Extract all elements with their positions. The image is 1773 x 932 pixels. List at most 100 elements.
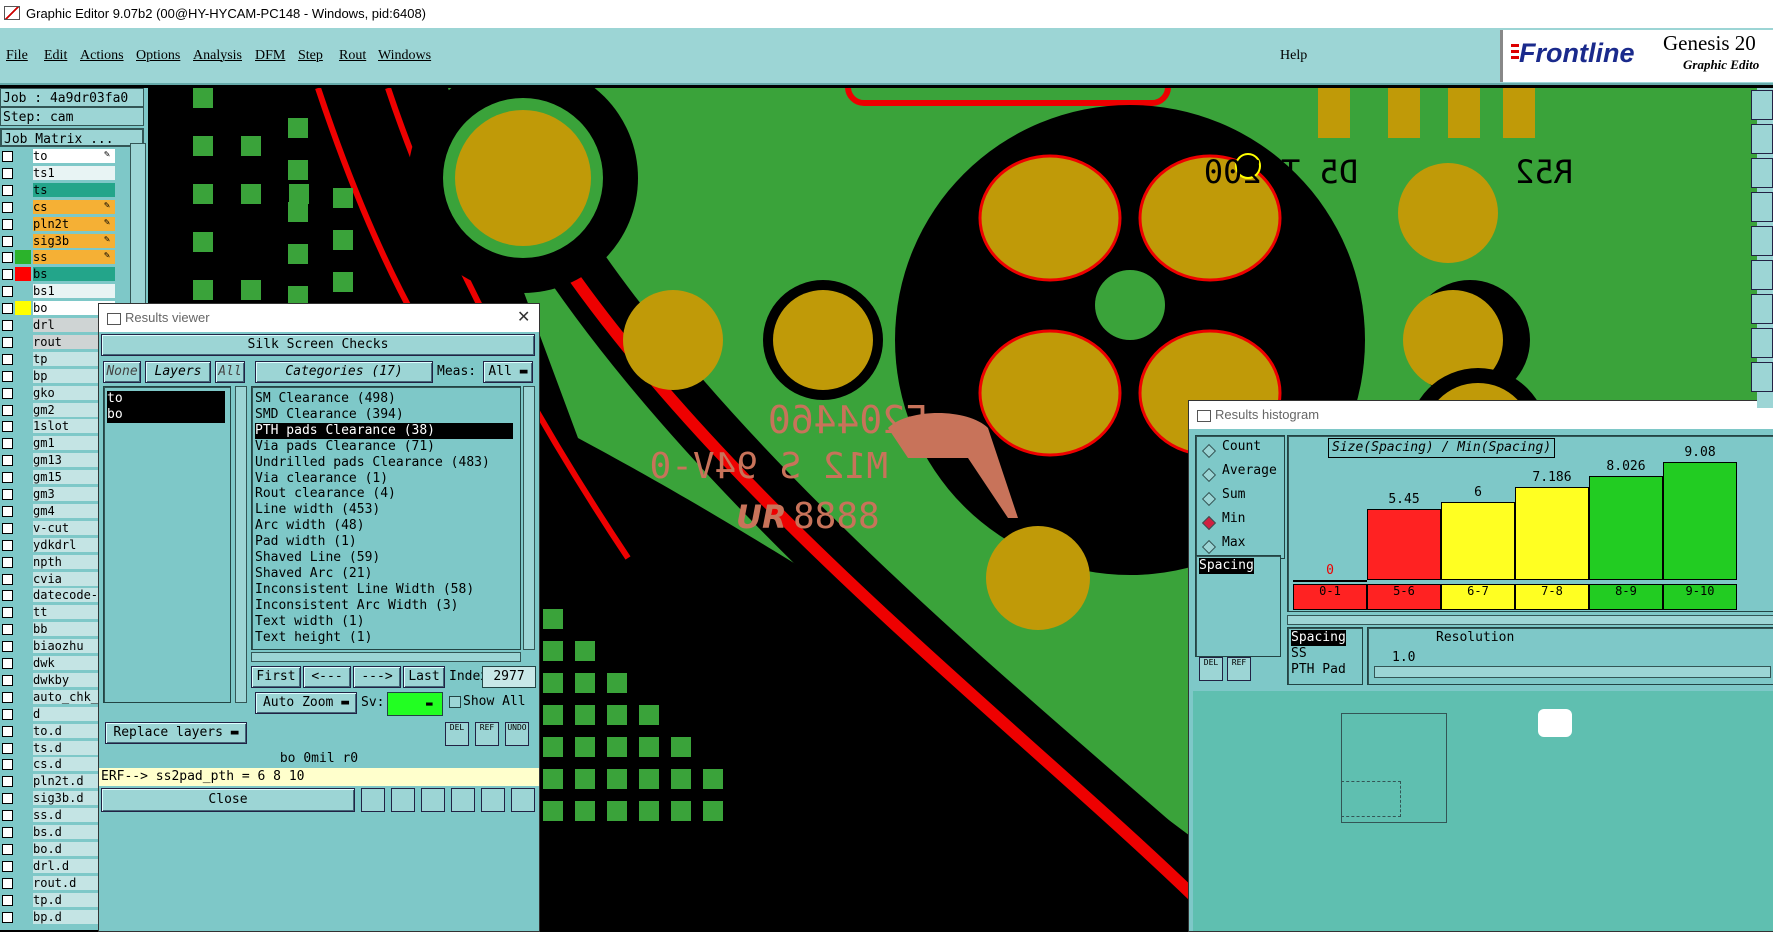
categories-scrollbar[interactable] xyxy=(523,386,535,650)
tool-icon[interactable] xyxy=(1751,260,1773,290)
resolution-slider[interactable] xyxy=(1374,666,1771,678)
layers-button[interactable]: Layers xyxy=(145,361,211,383)
category-item[interactable]: Shaved Line (59) xyxy=(255,550,380,566)
all-button[interactable]: All xyxy=(215,361,245,383)
menu-help[interactable]: Help xyxy=(1280,28,1307,83)
layer-checkbox[interactable] xyxy=(2,539,13,551)
layer-checkbox[interactable] xyxy=(2,573,13,585)
layer-checkbox[interactable] xyxy=(2,167,13,179)
option-radio-count[interactable] xyxy=(1201,443,1217,459)
menu-step[interactable]: Step xyxy=(298,28,323,83)
histogram-bar[interactable] xyxy=(1367,509,1441,580)
layer-checkbox[interactable] xyxy=(2,151,13,162)
tool-icon[interactable] xyxy=(1751,158,1773,188)
bin-label[interactable]: 9-10 xyxy=(1663,584,1737,610)
app-tray-icon[interactable] xyxy=(1538,709,1572,737)
layer-checkbox[interactable] xyxy=(2,894,13,906)
auto-zoom-select[interactable]: Auto Zoom ▬ xyxy=(255,692,357,714)
layer-checkbox[interactable] xyxy=(2,522,13,534)
prev-button[interactable]: <--- xyxy=(303,666,351,688)
layer-row-cs[interactable]: cs ✎ xyxy=(0,199,115,214)
layer-checkbox[interactable] xyxy=(2,320,13,331)
histogram-bar[interactable] xyxy=(1589,475,1663,580)
layer-checkbox[interactable] xyxy=(2,708,13,720)
category-item[interactable]: Text width (1) xyxy=(255,614,365,630)
layer-checkbox[interactable] xyxy=(2,725,13,737)
layer-checkbox[interactable] xyxy=(2,810,13,822)
toolbar-icon-2[interactable] xyxy=(391,788,415,812)
sv-color-select[interactable]: ▬ xyxy=(387,692,443,716)
layer-checkbox[interactable] xyxy=(2,438,13,450)
layer-row-pln2t[interactable]: pln2t ✎ xyxy=(0,216,115,231)
layer-checkbox[interactable] xyxy=(2,472,13,484)
menu-actions[interactable]: Actions xyxy=(80,28,124,83)
bin-label[interactable]: 5-6 xyxy=(1367,584,1441,610)
layer-list-item[interactable]: to xyxy=(107,391,225,407)
bin-label[interactable]: 8-9 xyxy=(1589,584,1663,610)
layer-checkbox[interactable] xyxy=(2,556,13,568)
tool-icon[interactable] xyxy=(1751,192,1773,222)
category-item[interactable]: Text height (1) xyxy=(255,630,372,646)
menu-windows[interactable]: Windows xyxy=(378,28,431,83)
layer-checkbox[interactable] xyxy=(2,303,13,315)
layer-checkbox[interactable] xyxy=(2,590,13,602)
layer-checkbox[interactable] xyxy=(2,641,13,653)
layer-checkbox[interactable] xyxy=(2,353,13,365)
toolbar-icon-4[interactable] xyxy=(451,788,475,812)
tool-icon[interactable] xyxy=(1751,124,1773,154)
layer-checkbox[interactable] xyxy=(2,877,13,889)
category-item[interactable]: SMD Clearance (394) xyxy=(255,407,404,423)
layer-checkbox[interactable] xyxy=(2,691,13,703)
ref-button[interactable]: REF xyxy=(475,722,499,746)
layer-checkbox[interactable] xyxy=(2,843,13,855)
histogram-icon[interactable] xyxy=(511,788,535,812)
none-button[interactable]: None xyxy=(103,361,141,383)
menu-file[interactable]: File xyxy=(6,28,28,83)
next-button[interactable]: ---> xyxy=(353,666,401,688)
category-item[interactable]: Arc width (48) xyxy=(255,518,365,534)
menu-dfm[interactable]: DFM xyxy=(255,28,285,83)
layer-checkbox[interactable] xyxy=(2,201,13,213)
toolbar-icon-1[interactable] xyxy=(361,788,385,812)
tool-icon[interactable] xyxy=(1751,294,1773,324)
layer-row-sig3b[interactable]: sig3b ✎ xyxy=(0,233,115,248)
category-item[interactable]: Via pads Clearance (71) xyxy=(255,439,435,455)
tool-icon[interactable] xyxy=(1751,328,1773,358)
layer-checkbox[interactable] xyxy=(2,336,13,348)
categories-hscrollbar[interactable] xyxy=(251,652,521,662)
categories-button[interactable]: Categories (17) xyxy=(255,361,433,383)
layer-checkbox[interactable] xyxy=(2,184,13,196)
category-item[interactable]: PTH pads Clearance (38) xyxy=(255,422,513,439)
toolbar-icon-5[interactable] xyxy=(481,788,505,812)
layer-checkbox[interactable] xyxy=(2,218,13,230)
layer-checkbox[interactable] xyxy=(2,252,13,264)
layer-checkbox[interactable] xyxy=(2,911,13,923)
measure-list[interactable]: Spacing xyxy=(1195,555,1281,657)
bin-label[interactable]: 6-7 xyxy=(1441,584,1515,610)
layer-checkbox[interactable] xyxy=(2,607,13,619)
tool-icon[interactable] xyxy=(1751,90,1773,120)
category-item[interactable]: Inconsistent Arc Width (3) xyxy=(255,598,459,614)
layer-checkbox[interactable] xyxy=(2,387,13,399)
categories-listbox[interactable]: SM Clearance (498) SMD Clearance (394) PTH… xyxy=(251,386,521,650)
index-input[interactable]: 2977 xyxy=(482,666,536,688)
layer-checkbox[interactable] xyxy=(2,235,13,247)
layers-listbox[interactable]: to bo xyxy=(103,386,231,703)
layer-checkbox[interactable] xyxy=(2,793,13,805)
layer-row-ss[interactable]: ss ✎ xyxy=(0,250,115,265)
category-item[interactable]: Line width (453) xyxy=(255,502,380,518)
option-radio-min[interactable] xyxy=(1201,515,1217,531)
layer-checkbox[interactable] xyxy=(2,776,13,788)
layer-checkbox[interactable] xyxy=(2,455,13,467)
layer-checkbox[interactable] xyxy=(2,505,13,517)
layer-row-bs1[interactable]: bs1 xyxy=(0,284,115,299)
layer-checkbox[interactable] xyxy=(2,489,13,500)
toolbar-icon-3[interactable] xyxy=(421,788,445,812)
close-icon[interactable]: ✕ xyxy=(517,304,530,332)
option-radio-average[interactable] xyxy=(1201,467,1217,483)
menu-options[interactable]: Options xyxy=(136,28,180,83)
bin-label[interactable]: 7-8 xyxy=(1515,584,1589,610)
layer-checkbox[interactable] xyxy=(2,286,13,298)
undo-button[interactable]: UNDO xyxy=(505,722,529,746)
histogram-bar[interactable] xyxy=(1441,502,1515,580)
